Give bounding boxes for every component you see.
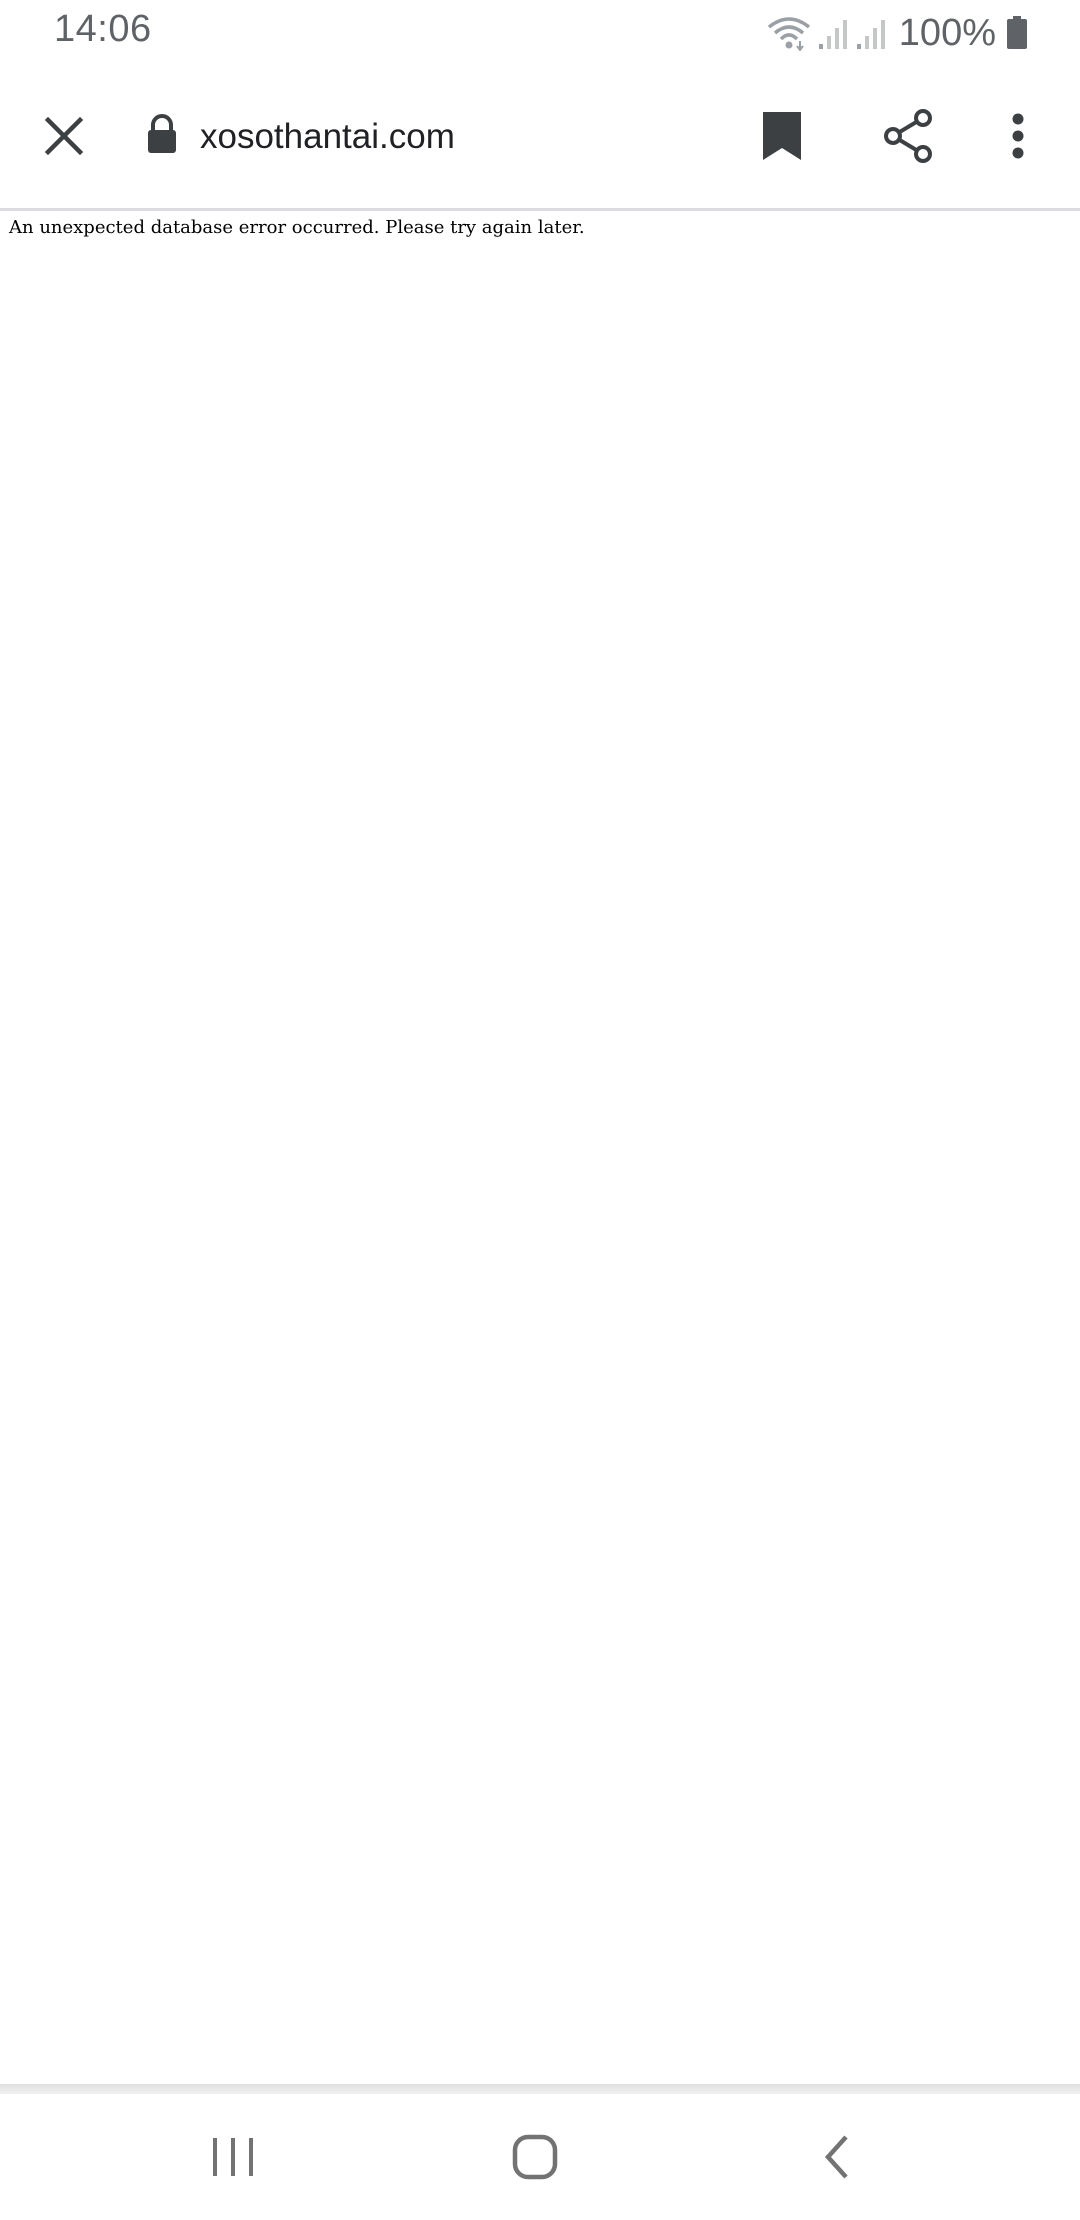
- bookmark-button[interactable]: [740, 96, 824, 180]
- battery-percent: 100%: [898, 11, 996, 54]
- home-icon: [512, 2134, 558, 2185]
- home-button[interactable]: [490, 2114, 580, 2204]
- navigation-bar: [0, 2094, 1080, 2220]
- wifi-icon: [767, 15, 811, 51]
- close-button[interactable]: [22, 96, 106, 180]
- bookmark-icon: [761, 110, 803, 167]
- back-icon: [822, 2134, 852, 2185]
- recents-button[interactable]: [188, 2114, 278, 2204]
- screen: 14:06 100% xosothantai.com An unexpected…: [0, 0, 1080, 2220]
- close-icon: [44, 116, 84, 161]
- lock-icon: [146, 114, 178, 159]
- back-button[interactable]: [792, 2114, 882, 2204]
- status-icons: 100%: [767, 10, 1028, 56]
- signal-icon: [855, 16, 887, 50]
- url-text[interactable]: xosothantai.com: [200, 114, 455, 160]
- share-button[interactable]: [866, 96, 950, 180]
- status-bar: 14:06 100%: [0, 0, 1080, 66]
- more-options-button[interactable]: [976, 96, 1060, 180]
- status-time: 14:06: [54, 8, 152, 50]
- recents-icon: [211, 2136, 255, 2183]
- battery-icon: [1006, 16, 1028, 50]
- nav-divider: [0, 2084, 1080, 2094]
- error-message: An unexpected database error occurred. P…: [9, 217, 585, 238]
- share-icon: [881, 108, 935, 169]
- signal-icon: [817, 16, 849, 50]
- more-vert-icon: [1011, 113, 1025, 164]
- web-page-content: An unexpected database error occurred. P…: [0, 211, 1080, 2084]
